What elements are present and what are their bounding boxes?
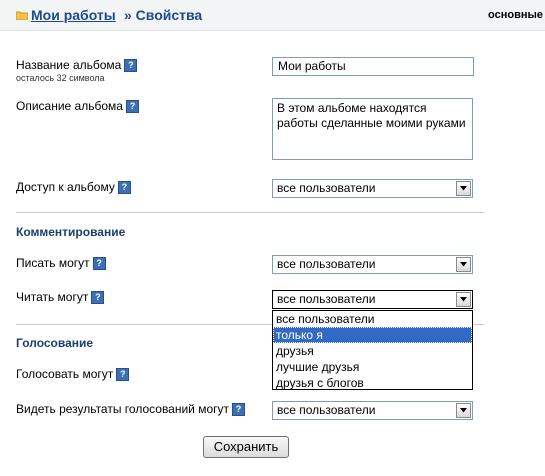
- help-icon[interactable]: ?: [124, 59, 138, 72]
- chevron-down-icon[interactable]: [456, 292, 471, 307]
- comments-read-select[interactable]: все пользователи: [272, 290, 473, 309]
- chevron-down-icon[interactable]: [456, 257, 471, 272]
- album-name-hint: осталось 32 символа: [16, 73, 105, 83]
- chevron-down-icon[interactable]: [456, 181, 471, 196]
- dropdown-option-selected[interactable]: только я: [273, 327, 472, 343]
- save-button[interactable]: Сохранить: [203, 436, 289, 458]
- dropdown-option[interactable]: друзья: [273, 343, 472, 359]
- album-access-label: Доступ к альбому?: [16, 180, 131, 194]
- help-icon[interactable]: ?: [116, 368, 130, 381]
- comments-write-value: все пользователи: [277, 257, 376, 271]
- album-name-input[interactable]: Мои работы: [272, 57, 474, 76]
- comments-read-value: все пользователи: [277, 292, 376, 306]
- comments-write-label: Писать могут?: [16, 256, 106, 270]
- page-header: Мои работы » Свойства основные: [0, 0, 545, 31]
- voting-vote-label: Голосовать могут?: [16, 367, 130, 381]
- voting-results-value: все пользователи: [277, 403, 376, 417]
- divider: [16, 212, 484, 213]
- dropdown-option[interactable]: лучшие друзья: [273, 359, 472, 375]
- album-name-label: Название альбома?: [16, 58, 138, 72]
- folder-icon: [16, 11, 28, 20]
- dropdown-option[interactable]: все пользователи: [273, 311, 472, 327]
- comments-write-select[interactable]: все пользователи: [272, 255, 473, 274]
- dropdown-option[interactable]: друзья с блогов: [273, 375, 472, 391]
- help-icon[interactable]: ?: [91, 291, 105, 304]
- help-icon[interactable]: ?: [92, 257, 106, 270]
- comments-read-dropdown-list[interactable]: все пользователи только я друзья лучшие …: [272, 310, 473, 390]
- album-description-label: Описание альбома?: [16, 99, 139, 113]
- voting-section-title: Голосование: [16, 336, 94, 350]
- breadcrumb-link-my-works[interactable]: Мои работы: [31, 7, 116, 23]
- album-access-select[interactable]: все пользователи: [272, 179, 473, 198]
- tab-main[interactable]: основные: [488, 9, 543, 21]
- album-access-value: все пользователи: [277, 181, 376, 195]
- album-description-textarea[interactable]: В этом альбоме находятся работы сделанны…: [272, 98, 473, 160]
- help-icon[interactable]: ?: [117, 181, 131, 194]
- help-icon[interactable]: ?: [125, 100, 139, 113]
- comments-section-title: Комментирование: [16, 225, 126, 239]
- chevron-down-icon[interactable]: [456, 403, 471, 418]
- voting-results-label: Видеть результаты голосований могут?: [16, 402, 246, 416]
- voting-results-select[interactable]: все пользователи: [272, 401, 473, 420]
- comments-read-label: Читать могут?: [16, 290, 105, 304]
- breadcrumb-current: » Свойства: [124, 7, 203, 23]
- help-icon[interactable]: ?: [232, 403, 246, 416]
